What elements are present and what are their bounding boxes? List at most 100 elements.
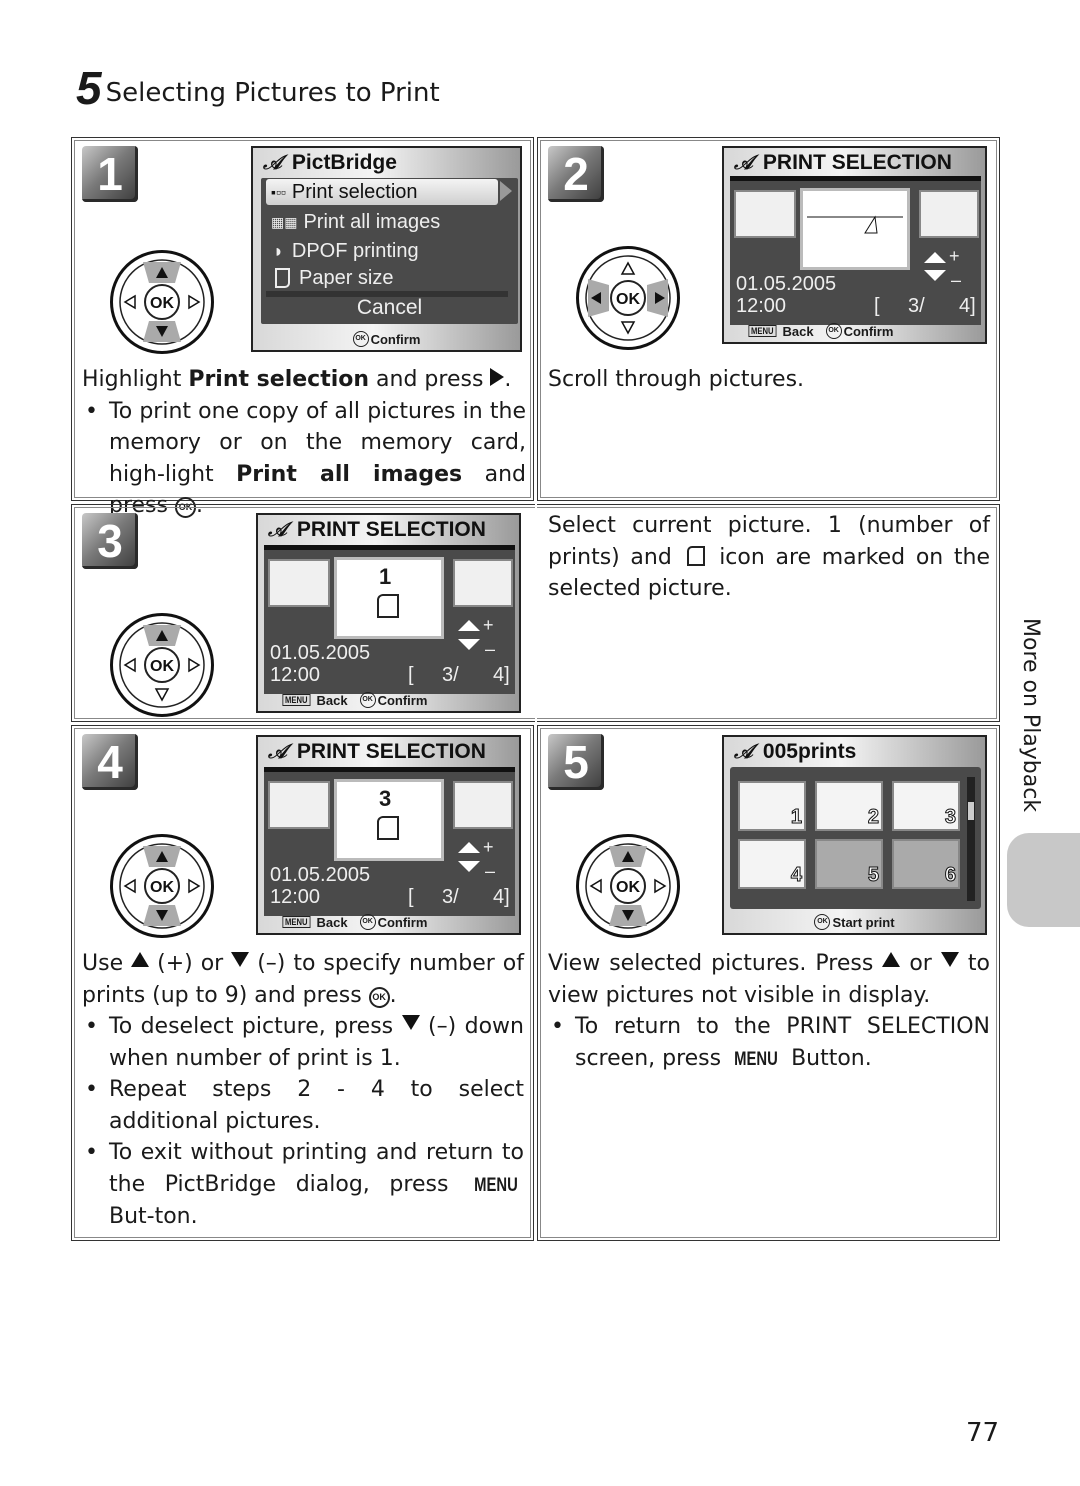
camera-screen-print-selection: 𝒜 PRINT SELECTION 1 + – 01.05.2005 12:00 … [256, 513, 521, 713]
current-picture: 3 [334, 779, 444, 861]
print-all-icon: ▦▦ [271, 213, 298, 230]
dpad-updown-icon: OK [110, 834, 214, 938]
current-picture [800, 188, 910, 270]
thumbnail-prev[interactable] [734, 190, 796, 238]
pictbridge-logo-icon: 𝒜 [268, 518, 287, 541]
back-label: Back [782, 323, 814, 339]
back-label: Back [316, 692, 348, 708]
thumbnail-number: 4 [790, 864, 802, 887]
section-number: 5 [76, 62, 102, 114]
up-arrow-icon [924, 252, 946, 263]
down-arrow-icon [458, 639, 480, 650]
step-number-badge: 5 [548, 734, 604, 790]
section-heading: 5 Selecting Pictures to Print [76, 62, 440, 114]
svg-text:OK: OK [150, 879, 174, 896]
time-readout: 12:00 [270, 664, 321, 686]
confirm-label: Confirm [370, 331, 421, 347]
step-1-text: Highlight Print selection and press . To… [82, 364, 526, 522]
paper-size-icon [275, 268, 290, 288]
date-readout: 01.05.2005 [270, 864, 371, 886]
ok-button-icon: OK [359, 914, 376, 930]
camera-screen-print-selection: 𝒜 PRINT SELECTION + – 01.05.2005 12:00 [ … [722, 146, 987, 344]
step-4-text: Use (+) or (–) to specify number of prin… [82, 948, 524, 1233]
dpad-updown-icon: OK [576, 834, 680, 938]
thumbnail-number: 6 [944, 864, 956, 887]
menu-item-paper-size[interactable]: Paper size [266, 265, 394, 291]
camera-screen-print-selection: 𝒜 PRINT SELECTION 3 + – 01.05.2005 12:00 … [256, 735, 521, 935]
counter-total: 4] [493, 664, 510, 686]
thumbnail-number: 1 [790, 806, 802, 829]
menu-item-print-selection[interactable]: ▪▫▫ Print selection [266, 179, 498, 205]
step-number-badge: 1 [82, 146, 138, 202]
print-thumbnail[interactable]: 3 [892, 781, 960, 831]
pictbridge-logo-icon: 𝒜 [734, 740, 753, 763]
ok-button-icon: OK [368, 986, 390, 1008]
dpad-leftright-icon: OK [576, 246, 680, 350]
right-arrow-icon [490, 368, 505, 386]
panel-divider [535, 504, 537, 722]
thumbnail-number: 5 [867, 864, 879, 887]
print-thumbnail[interactable]: 2 [815, 781, 883, 831]
print-order-icon [377, 594, 399, 618]
counter-current: 3/ [908, 295, 925, 317]
counter-total: 4] [959, 295, 976, 317]
confirm-label: Confirm [377, 692, 428, 708]
date-readout: 01.05.2005 [270, 642, 371, 664]
svg-text:OK: OK [150, 295, 174, 312]
confirm-label: Confirm [377, 914, 428, 930]
print-order-icon [377, 816, 399, 840]
menu-button-icon: MENU [748, 325, 777, 337]
step-number-badge: 3 [82, 513, 138, 569]
screen-title: PRINT SELECTION [296, 518, 486, 541]
dpad-up-icon: OK [110, 613, 214, 717]
counter-current: 3/ [442, 886, 459, 908]
camera-screen-selected-prints: 𝒜 005prints 1 2 3 4 5 6 OK Start print [722, 735, 987, 935]
down-arrow-icon [458, 861, 480, 872]
section-title: Selecting Pictures to Print [105, 78, 440, 108]
step-5-text: View selected pictures. Press or to view… [548, 948, 990, 1075]
current-picture: 1 [334, 557, 444, 639]
dpad-updown-icon: OK [110, 250, 214, 354]
menu-button-icon: MENU [282, 916, 311, 928]
down-arrow-icon [231, 952, 250, 967]
menu-button-icon: MENU [282, 694, 311, 706]
print-thumbnail[interactable]: 4 [738, 839, 806, 889]
scrollbar-thumb[interactable] [968, 802, 974, 820]
svg-text:OK: OK [616, 291, 640, 308]
ok-button-icon: OK [814, 914, 831, 930]
counter-bracket: [ [874, 295, 880, 317]
thumbnail-next[interactable] [919, 190, 979, 238]
side-tab[interactable] [1007, 833, 1080, 927]
ok-button-icon: OK [352, 331, 369, 347]
menu-button-icon: MENU [734, 1048, 778, 1070]
thumbnail-next[interactable] [453, 781, 513, 829]
up-arrow-icon [882, 952, 901, 967]
side-tab-label: More on Playback [1018, 618, 1043, 813]
cancel-item[interactable]: Cancel [261, 296, 518, 320]
up-arrow-icon [458, 842, 480, 853]
print-count: 3 [379, 786, 392, 811]
screen-title: PRINT SELECTION [296, 740, 486, 763]
svg-text:OK: OK [616, 879, 640, 896]
print-order-icon [686, 545, 705, 566]
back-label: Back [316, 914, 348, 930]
thumbnail-prev[interactable] [268, 781, 330, 829]
print-thumbnail[interactable]: 1 [738, 781, 806, 831]
print-thumbnail[interactable]: 5 [815, 839, 883, 889]
thumbnail-prev[interactable] [268, 559, 330, 607]
submenu-arrow-icon [500, 181, 512, 201]
counter-total: 4] [493, 886, 510, 908]
thumbnail-next[interactable] [453, 559, 513, 607]
time-readout: 12:00 [736, 295, 787, 317]
thumbnail-number: 2 [867, 806, 879, 829]
screen-title: PRINT SELECTION [762, 151, 952, 174]
pictbridge-logo-icon: 𝒜 [268, 740, 287, 763]
menu-item-print-all-images[interactable]: ▦▦ Print all images [266, 209, 440, 235]
scrollbar[interactable] [967, 777, 975, 901]
page-number: 77 [966, 1418, 1000, 1448]
menu-item-dpof-printing[interactable]: ◗ DPOF printing [266, 238, 419, 264]
screen-title: 005prints [762, 740, 857, 763]
counter-current: 3/ [442, 664, 459, 686]
svg-text:OK: OK [150, 658, 174, 675]
print-thumbnail[interactable]: 6 [892, 839, 960, 889]
